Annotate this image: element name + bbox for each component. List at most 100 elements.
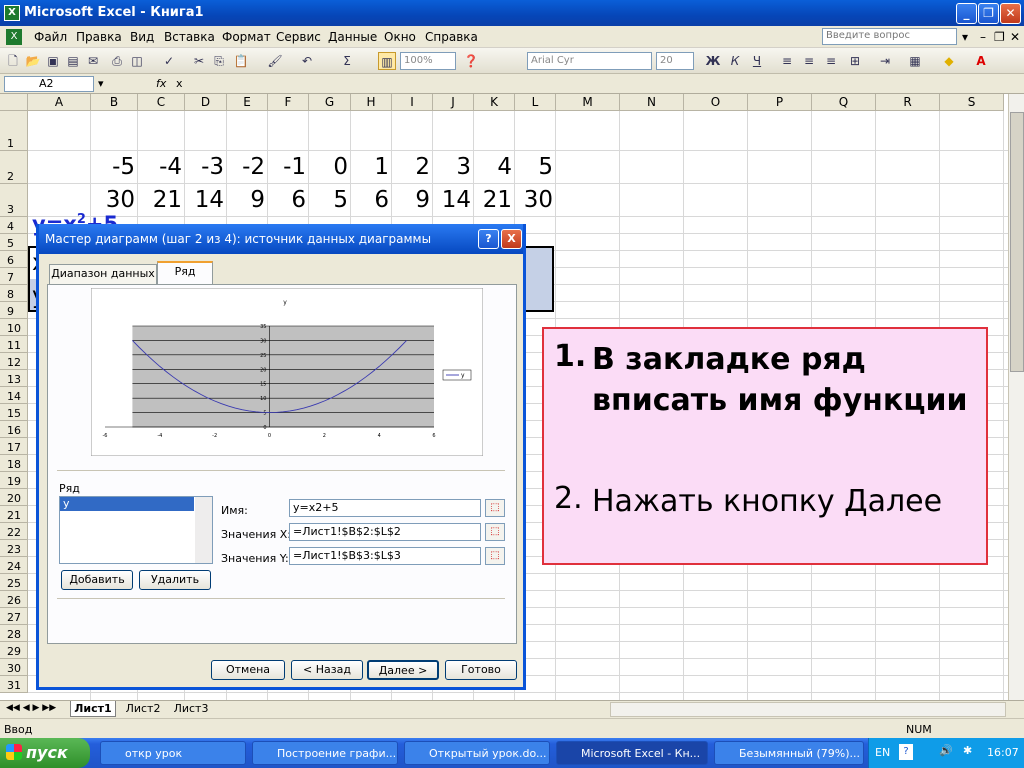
task-untitled[interactable]: Безымянный (79%)... <box>714 741 864 765</box>
start-button[interactable]: пуск <box>0 738 90 768</box>
align-left-icon[interactable]: ≡ <box>778 52 796 70</box>
column-header-i[interactable]: I <box>392 94 433 111</box>
cancel-button[interactable]: Отмена <box>211 660 285 680</box>
y-value-cell[interactable]: 6 <box>268 187 306 213</box>
close-window-button[interactable]: ✕ <box>1000 3 1021 24</box>
sheet-tab-2[interactable]: Лист2 <box>120 701 166 717</box>
row-header-25[interactable]: 25 <box>0 574 28 591</box>
column-header-r[interactable]: R <box>876 94 940 111</box>
column-header-c[interactable]: C <box>138 94 185 111</box>
select-all-corner[interactable] <box>0 94 28 111</box>
menu-file[interactable]: Файл <box>34 30 67 44</box>
column-header-l[interactable]: L <box>515 94 556 111</box>
x-value-cell[interactable]: -4 <box>138 154 182 180</box>
menu-edit[interactable]: Правка <box>76 30 122 44</box>
row-header-26[interactable]: 26 <box>0 591 28 608</box>
tab-data-range[interactable]: Диапазон данных <box>49 264 157 284</box>
x-value-cell[interactable]: 5 <box>515 154 553 180</box>
row-header-4[interactable]: 4 <box>0 217 28 234</box>
menu-insert[interactable]: Вставка <box>164 30 215 44</box>
row-header-9[interactable]: 9 <box>0 302 28 319</box>
minimize-button[interactable]: _ <box>956 3 977 24</box>
collapse-ref-icon[interactable]: ⬚ <box>485 547 505 565</box>
menu-help[interactable]: Справка <box>425 30 478 44</box>
sheet-tab-1[interactable]: Лист1 <box>70 701 116 717</box>
x-values-field[interactable]: =Лист1!$B$2:$L$2 <box>289 523 481 541</box>
row-header-15[interactable]: 15 <box>0 404 28 421</box>
row-header-31[interactable]: 31 <box>0 676 28 693</box>
add-series-button[interactable]: Добавить <box>61 570 133 590</box>
new-icon[interactable]: 🗋 <box>4 52 22 70</box>
bold-button[interactable]: Ж <box>704 52 722 70</box>
mail-icon[interactable]: ✉ <box>84 52 102 70</box>
row-header-8[interactable]: 8 <box>0 285 28 302</box>
x-value-cell[interactable]: 4 <box>474 154 512 180</box>
y-value-cell[interactable]: 14 <box>185 187 224 213</box>
column-header-a[interactable]: A <box>28 94 91 111</box>
row-header-22[interactable]: 22 <box>0 523 28 540</box>
cut-icon[interactable]: ✂ <box>190 52 208 70</box>
y-value-cell[interactable]: 5 <box>309 187 348 213</box>
fx-icon[interactable]: fx <box>156 77 166 90</box>
help-icon[interactable]: ❓ <box>462 52 480 70</box>
y-value-cell[interactable]: 9 <box>392 187 430 213</box>
menu-format[interactable]: Формат <box>222 30 271 44</box>
format-painter-icon[interactable]: 🖌 <box>266 52 284 70</box>
x-value-cell[interactable]: -1 <box>268 154 306 180</box>
horizontal-scrollbar[interactable] <box>610 702 1006 717</box>
row-header-13[interactable]: 13 <box>0 370 28 387</box>
spelling-icon[interactable]: ✓ <box>160 52 178 70</box>
chart-wizard-icon[interactable]: ▥ <box>378 52 396 70</box>
zoom-combo[interactable]: 100% <box>400 52 456 70</box>
row-header-12[interactable]: 12 <box>0 353 28 370</box>
row-header-17[interactable]: 17 <box>0 438 28 455</box>
row-header-6[interactable]: 6 <box>0 251 28 268</box>
y-value-cell[interactable]: 30 <box>515 187 553 213</box>
volume-icon[interactable]: 🔊 <box>939 744 953 757</box>
underline-button[interactable]: Ч <box>748 52 766 70</box>
language-indicator[interactable]: EN <box>875 746 890 759</box>
column-header-k[interactable]: K <box>474 94 515 111</box>
row-header-16[interactable]: 16 <box>0 421 28 438</box>
ask-question-input[interactable]: Введите вопрос <box>822 28 957 45</box>
column-header-j[interactable]: J <box>433 94 474 111</box>
row-header-30[interactable]: 30 <box>0 659 28 676</box>
y-value-cell[interactable]: 21 <box>138 187 182 213</box>
undo-icon[interactable]: ↶ <box>298 52 316 70</box>
menu-window[interactable]: Окно <box>384 30 416 44</box>
font-combo[interactable]: Arial Cyr <box>527 52 652 70</box>
remove-series-button[interactable]: Удалить <box>139 570 211 590</box>
collapse-ref-icon[interactable]: ⬚ <box>485 523 505 541</box>
autosum-icon[interactable]: Σ <box>338 52 356 70</box>
column-header-n[interactable]: N <box>620 94 684 111</box>
row-header-28[interactable]: 28 <box>0 625 28 642</box>
column-header-h[interactable]: H <box>351 94 392 111</box>
paste-icon[interactable]: 📋 <box>232 52 250 70</box>
network-icon[interactable]: ✱ <box>963 744 972 757</box>
listbox-scrollbar[interactable] <box>195 497 212 563</box>
row-header-11[interactable]: 11 <box>0 336 28 353</box>
column-header-s[interactable]: S <box>940 94 1004 111</box>
row-header-2[interactable]: 2 <box>0 151 28 184</box>
print-icon[interactable]: ⎙ <box>108 52 126 70</box>
align-right-icon[interactable]: ≡ <box>822 52 840 70</box>
task-open-lesson-doc[interactable]: Открытый урок.do... <box>404 741 550 765</box>
font-size-combo[interactable]: 20 <box>656 52 694 70</box>
open-icon[interactable]: 📂 <box>24 52 42 70</box>
permission-icon[interactable]: ▤ <box>64 52 82 70</box>
column-header-q[interactable]: Q <box>812 94 876 111</box>
font-color-icon[interactable]: A <box>972 52 990 70</box>
document-icon[interactable]: X <box>6 29 22 45</box>
row-header-1[interactable]: 1 <box>0 111 28 151</box>
column-header-m[interactable]: M <box>556 94 620 111</box>
help-tray-icon[interactable]: ? <box>899 744 913 760</box>
row-header-5[interactable]: 5 <box>0 234 28 251</box>
series-name-field[interactable]: y=x2+5 <box>289 499 481 517</box>
x-value-cell[interactable]: -2 <box>227 154 265 180</box>
scroll-thumb[interactable] <box>1010 112 1024 372</box>
task-graph-building[interactable]: Построение графи... <box>252 741 398 765</box>
doc-close-icon[interactable]: ✕ <box>1010 30 1020 44</box>
first-sheet-icon[interactable]: ◀◀ ◀ ▶ ▶▶ <box>6 703 56 713</box>
x-value-cell[interactable]: 2 <box>392 154 430 180</box>
formula-content[interactable]: x <box>176 77 183 90</box>
